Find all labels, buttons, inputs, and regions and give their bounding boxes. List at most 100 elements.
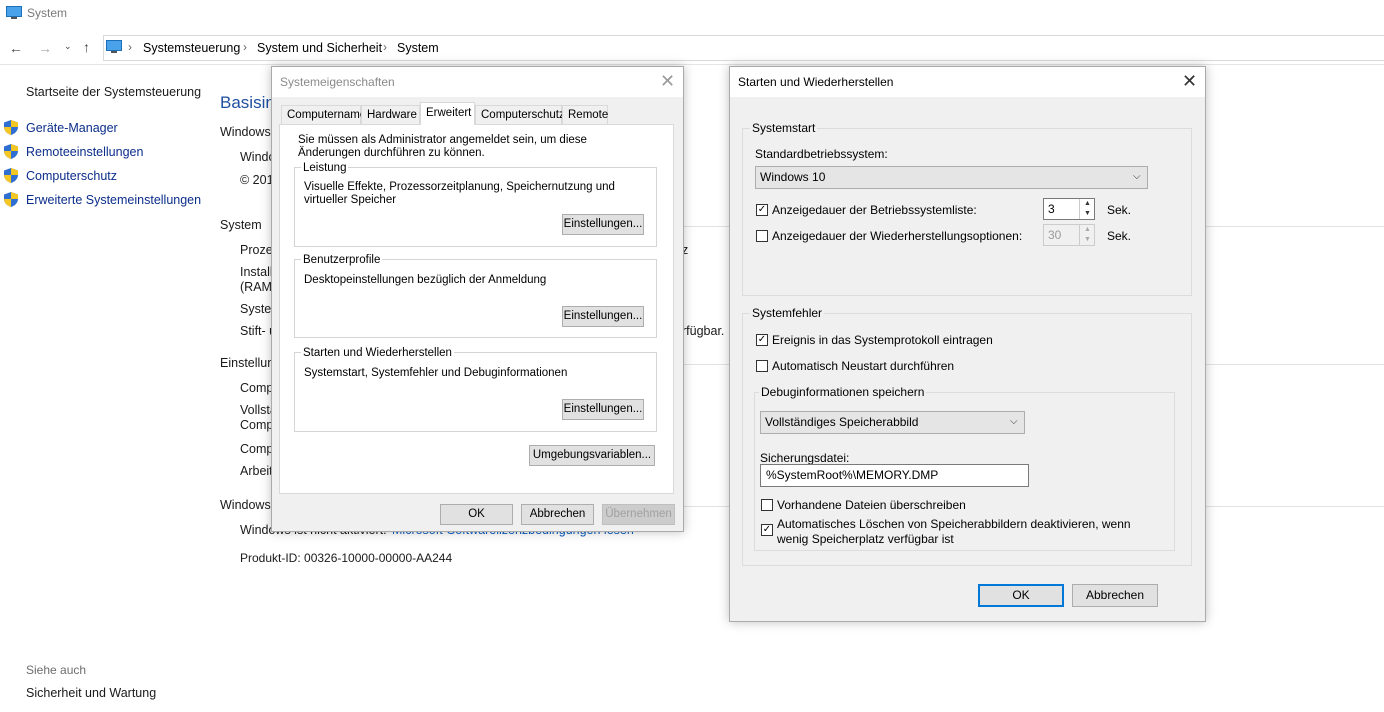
sidebar-item-erweiterte-systemeinstellungen[interactable]: Erweiterte Systemeinstellungen	[26, 193, 201, 207]
shield-icon	[4, 144, 18, 159]
sidebar-link-sicherheit-und-wartung[interactable]: Sicherheit und Wartung	[26, 686, 156, 700]
shield-icon	[4, 120, 18, 135]
computer-icon	[6, 6, 22, 19]
leistung-settings-button[interactable]: Einstellungen...	[562, 214, 644, 235]
copyright-text: © 201	[240, 173, 274, 187]
settings-row-label: Comp	[240, 381, 274, 395]
spin-up-icon[interactable]: ▲	[1079, 199, 1095, 209]
group-label-benutzerprofile: Benutzerprofile	[301, 254, 383, 266]
breadcrumb-separator-icon: ›	[243, 40, 247, 54]
default-os-label: Standardbetriebssystem:	[755, 147, 888, 161]
close-icon[interactable]: ✕	[1182, 72, 1197, 90]
settings-row-label: Comp	[240, 418, 274, 432]
breadcrumb-separator-icon: ›	[383, 40, 387, 54]
window-title: System	[27, 6, 68, 20]
os-list-unit: Sek.	[1107, 203, 1132, 217]
overwrite-label: Vorhandene Dateien überschreiben	[777, 498, 966, 512]
dump-file-value: %SystemRoot%\MEMORY.DMP	[766, 468, 939, 482]
forward-arrow-icon[interactable]: →	[38, 40, 52, 56]
breadcrumb-systemsteuerung[interactable]: Systemsteuerung	[143, 41, 240, 55]
sidebar-item-computerschutz[interactable]: Computerschutz	[26, 169, 117, 183]
overwrite-checkbox[interactable]	[761, 499, 773, 511]
sidebar-home-link[interactable]: Startseite der Systemsteuerung	[26, 85, 201, 99]
section-windows-edition: Windows-	[220, 125, 275, 139]
system-row-label: Proze	[240, 243, 273, 257]
recovery-unit: Sek.	[1107, 229, 1132, 243]
auto-restart-label: Automatisch Neustart durchführen	[772, 359, 955, 373]
section-computer-settings: Einstellun	[220, 356, 275, 370]
spin-up-icon[interactable]: ▲	[1079, 225, 1095, 235]
os-list-checkbox[interactable]: ✓	[756, 204, 768, 216]
tab-panel-erweitert: Sie müssen als Administrator angemeldet …	[279, 124, 674, 494]
system-row-value: rfügbar.	[682, 324, 725, 338]
tab-remote[interactable]: Remote	[562, 105, 608, 124]
spin-down-icon[interactable]: ▼	[1079, 209, 1095, 219]
log-event-checkbox[interactable]: ✓	[756, 334, 768, 346]
benutzerprofile-description: Desktopeinstellungen bezüglich der Anmel…	[304, 274, 547, 286]
product-id: Produkt-ID: 00326-10000-00000-AA244	[240, 551, 453, 565]
environment-variables-button[interactable]: Umgebungsvariablen...	[529, 445, 655, 466]
settings-row-label: Arbeit	[240, 464, 273, 478]
group-starten-und-wiederherstellen	[294, 352, 657, 432]
group-leistung	[294, 167, 657, 247]
breadcrumb-separator-icon: ›	[128, 40, 132, 54]
shield-icon	[4, 192, 18, 207]
window-titlebar: System	[0, 0, 1384, 28]
chevron-down-icon: ⌵	[1133, 171, 1141, 182]
disable-autodelete-checkbox[interactable]: ✓	[761, 524, 773, 536]
group-label-systemfehler: Systemfehler	[750, 306, 825, 320]
control-panel-icon	[106, 40, 122, 53]
system-row-label: Install	[240, 265, 273, 279]
recovery-options-checkbox[interactable]	[756, 230, 768, 242]
spin-down-icon[interactable]: ▼	[1079, 235, 1095, 245]
disable-autodelete-label: Automatisches Löschen von Speicherabbild…	[777, 517, 1131, 546]
chevron-down-icon: ⌵	[1010, 416, 1018, 427]
section-system: System	[220, 218, 262, 232]
starten-description: Systemstart, Systemfehler und Debuginfor…	[304, 367, 568, 379]
starten-settings-button[interactable]: Einstellungen...	[562, 399, 644, 420]
default-os-value: Windows 10	[760, 170, 826, 184]
apply-button[interactable]: Übernehmen	[602, 504, 675, 525]
tab-erweitert[interactable]: Erweitert	[420, 102, 475, 125]
sidebar-item-remoteeinstellungen[interactable]: Remoteeinstellungen	[26, 145, 143, 159]
tab-computername[interactable]: Computername	[281, 105, 366, 124]
system-properties-dialog: Systemeigenschaften ✕ Computername Hardw…	[271, 66, 684, 532]
dump-file-label: Sicherungsdatei:	[760, 451, 850, 465]
section-activation: Windows-	[220, 498, 275, 512]
back-arrow-icon[interactable]: ←	[9, 40, 23, 56]
group-label-starten: Starten und Wiederherstellen	[301, 347, 454, 359]
dump-type-value: Vollständiges Speicherabbild	[765, 415, 919, 429]
breadcrumb-system[interactable]: System	[397, 41, 439, 55]
tab-computerschutz[interactable]: Computerschutz	[475, 105, 565, 124]
leistung-description: Visuelle Effekte, Prozessorzeitplanung, …	[304, 181, 615, 206]
os-list-seconds-value: 3	[1048, 202, 1055, 216]
dump-type-select[interactable]: Vollständiges Speicherabbild	[760, 411, 1025, 434]
auto-restart-checkbox[interactable]	[756, 360, 768, 372]
startup-recovery-dialog: Starten und Wiederherstellen ✕ Systemsta…	[729, 66, 1206, 622]
ok-button[interactable]: OK	[978, 584, 1064, 607]
group-label-systemstart: Systemstart	[750, 121, 818, 135]
benutzerprofile-settings-button[interactable]: Einstellungen...	[562, 306, 644, 327]
recent-chevron-down-icon[interactable]: ⌄	[64, 41, 72, 52]
dialog-title: Starten und Wiederherstellen	[738, 75, 894, 89]
recovery-options-checkbox-label: Anzeigedauer der Wiederherstellungsoptio…	[772, 229, 1023, 243]
os-list-checkbox-label: Anzeigedauer der Betriebssystemliste:	[772, 203, 977, 217]
group-label-leistung: Leistung	[301, 162, 349, 174]
dialog-title: Systemeigenschaften	[280, 75, 395, 89]
shield-icon	[4, 168, 18, 183]
cancel-button[interactable]: Abbrechen	[521, 504, 594, 525]
breadcrumb-system-und-sicherheit[interactable]: System und Sicherheit	[257, 41, 382, 55]
sidebar-item-geraete-manager[interactable]: Geräte-Manager	[26, 121, 118, 135]
ok-button[interactable]: OK	[440, 504, 513, 525]
tab-hardware[interactable]: Hardware	[361, 105, 420, 124]
close-icon[interactable]: ✕	[660, 72, 675, 90]
default-os-select[interactable]: Windows 10	[755, 166, 1148, 189]
group-label-debuginformationen: Debuginformationen speichern	[759, 385, 927, 399]
recovery-seconds-value: 30	[1048, 228, 1062, 242]
log-event-label: Ereignis in das Systemprotokoll eintrage…	[772, 333, 993, 347]
dump-file-input[interactable]: %SystemRoot%\MEMORY.DMP	[760, 464, 1029, 487]
cancel-button[interactable]: Abbrechen	[1072, 584, 1158, 607]
up-arrow-icon[interactable]: ↑	[83, 39, 90, 55]
admin-note: Sie müssen als Administrator angemeldet …	[298, 134, 587, 159]
see-also-label: Siehe auch	[26, 663, 87, 677]
